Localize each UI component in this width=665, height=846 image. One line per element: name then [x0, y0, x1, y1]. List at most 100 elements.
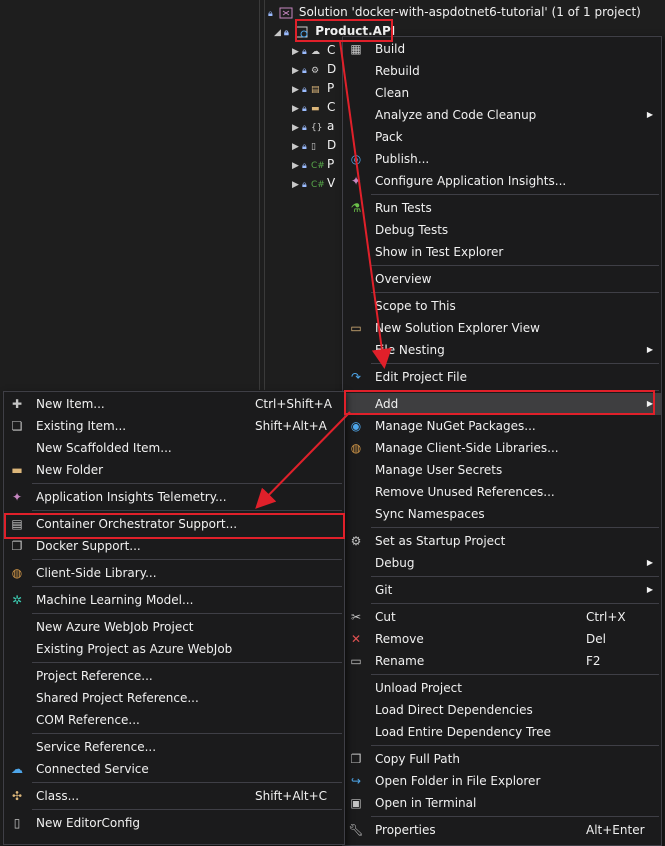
menu-item-container-orchestrator-support[interactable]: ▤ Container Orchestrator Support...: [4, 513, 344, 535]
menu-item-pack[interactable]: Pack: [343, 126, 661, 148]
tree-child-item[interactable]: ▶ 🔒︎ ⚙ D: [292, 60, 336, 78]
menu-item-configure-application-insights[interactable]: ✦ Configure Application Insights...: [343, 170, 661, 192]
lock-icon: 🔒︎: [268, 9, 273, 19]
menu-item-analyze-and-code-cleanup[interactable]: Analyze and Code Cleanup ▶: [343, 104, 661, 126]
menu-item-label: File Nesting: [375, 343, 445, 357]
menu-item-new-azure-webjob-project[interactable]: New Azure WebJob Project: [4, 616, 344, 638]
menu-item-new-folder[interactable]: ▬ New Folder: [4, 459, 344, 481]
menu-item-remove-unused-references[interactable]: Remove Unused References...: [343, 481, 661, 503]
menu-item-label: Shared Project Reference...: [36, 691, 199, 705]
menu-item-machine-learning-model[interactable]: ✲ Machine Learning Model...: [4, 589, 344, 611]
menu-item-file-nesting[interactable]: File Nesting ▶: [343, 339, 661, 361]
tree-child-item[interactable]: ▶ 🔒︎ ▬ C: [292, 98, 335, 116]
menu-item-application-insights-telemetry[interactable]: ✦ Application Insights Telemetry...: [4, 486, 344, 508]
menu-item-client-side-library[interactable]: ◍ Client-Side Library...: [4, 562, 344, 584]
menu-item-manage-user-secrets[interactable]: Manage User Secrets: [343, 459, 661, 481]
menu-item-new-solution-explorer-view[interactable]: ▭ New Solution Explorer View: [343, 317, 661, 339]
expand-right-icon[interactable]: ▶: [292, 138, 302, 156]
tree-child-item[interactable]: ▶ 🔒︎ ▯ D: [292, 136, 336, 154]
menu-item-com-reference[interactable]: COM Reference...: [4, 709, 344, 731]
menu-shortcut: Del: [586, 632, 606, 646]
menu-separator: [32, 782, 342, 783]
menu-separator: [32, 586, 342, 587]
menu-item-open-in-terminal[interactable]: ▣ Open in Terminal: [343, 792, 661, 814]
solution-icon: [279, 7, 293, 18]
menu-separator: [371, 745, 659, 746]
menu-item-new-scaffolded-item[interactable]: New Scaffolded Item...: [4, 437, 344, 459]
expand-down-icon[interactable]: ◢: [274, 24, 284, 42]
menu-item-debug[interactable]: Debug ▶: [343, 552, 661, 574]
menu-item-label: Copy Full Path: [375, 752, 460, 766]
menu-item-edit-project-file[interactable]: ↷ Edit Project File: [343, 366, 661, 388]
solution-node[interactable]: 🔒︎ Solution 'docker-with-aspdotnet6-tuto…: [268, 3, 641, 21]
menu-item-rebuild[interactable]: Rebuild: [343, 60, 661, 82]
menu-item-add[interactable]: Add ▶: [343, 393, 661, 415]
menu-item-label: Publish...: [375, 152, 430, 166]
menu-item-manage-nuget-packages[interactable]: ◉ Manage NuGet Packages...: [343, 415, 661, 437]
tree-child-label: C: [327, 100, 336, 114]
menu-item-remove[interactable]: ✕ Remove Del: [343, 628, 661, 650]
menu-item-rename[interactable]: ▭ Rename F2: [343, 650, 661, 672]
menu-item-cut[interactable]: ✂ Cut Ctrl+X: [343, 606, 661, 628]
csharp-file-icon: C#: [311, 161, 325, 171]
file-icon: ▯: [311, 142, 316, 152]
menu-item-existing-item[interactable]: ❏ Existing Item... Shift+Alt+A: [4, 415, 344, 437]
menu-item-label: Existing Project as Azure WebJob: [36, 642, 233, 656]
menu-item-docker-support[interactable]: ❐ Docker Support...: [4, 535, 344, 557]
menu-item-label: Class...: [36, 789, 80, 803]
menu-item-new-item[interactable]: ✚ New Item... Ctrl+Shift+A: [4, 393, 344, 415]
menu-item-set-as-startup-project[interactable]: ⚙ Set as Startup Project: [343, 530, 661, 552]
expand-right-icon[interactable]: ▶: [292, 81, 302, 99]
menu-item-load-direct-dependencies[interactable]: Load Direct Dependencies: [343, 699, 661, 721]
tree-child-label: V: [327, 176, 336, 190]
menu-item-show-in-test-explorer[interactable]: Show in Test Explorer: [343, 241, 661, 263]
menu-item-debug-tests[interactable]: Debug Tests: [343, 219, 661, 241]
menu-item-shared-project-reference[interactable]: Shared Project Reference...: [4, 687, 344, 709]
expand-right-icon[interactable]: ▶: [292, 62, 302, 80]
menu-item-manage-client-side-libraries[interactable]: ◍ Manage Client-Side Libraries...: [343, 437, 661, 459]
tree-child-item[interactable]: ▶ 🔒︎ {} a: [292, 117, 334, 135]
submenu-arrow-icon: ▶: [646, 399, 653, 408]
gear-icon: ⚙: [350, 534, 362, 548]
tree-child-item[interactable]: ▶ 🔒︎ C# V: [292, 174, 335, 192]
edit-arrow-icon: ↷: [350, 370, 362, 384]
menu-item-load-entire-dependency-tree[interactable]: Load Entire Dependency Tree: [343, 721, 661, 743]
menu-item-existing-project-as-azure-webjob[interactable]: Existing Project as Azure WebJob: [4, 638, 344, 660]
menu-item-git[interactable]: Git ▶: [343, 579, 661, 601]
lock-icon: 🔒︎: [302, 104, 307, 114]
tree-child-item[interactable]: ▶ 🔒︎ ☁ C: [292, 41, 335, 59]
tree-child-label: P: [327, 81, 335, 95]
menu-item-project-reference[interactable]: Project Reference...: [4, 665, 344, 687]
menu-separator: [32, 613, 342, 614]
menu-item-connected-service[interactable]: ☁ Connected Service: [4, 758, 344, 780]
web-project-icon: [295, 26, 308, 37]
expand-right-icon[interactable]: ▶: [292, 100, 302, 118]
menu-item-run-tests[interactable]: ⚗ Run Tests: [343, 197, 661, 219]
build-icon: ▦: [350, 42, 362, 56]
add-submenu: ✚ New Item... Ctrl+Shift+A ❏ Existing Item..…: [3, 391, 345, 845]
menu-item-service-reference[interactable]: Service Reference...: [4, 736, 344, 758]
menu-item-class[interactable]: ✣ Class... Shift+Alt+C: [4, 785, 344, 807]
menu-item-scope-to-this[interactable]: Scope to This: [343, 295, 661, 317]
submenu-arrow-icon: ▶: [646, 345, 653, 354]
menu-item-copy-full-path[interactable]: ❐ Copy Full Path: [343, 748, 661, 770]
menu-item-new-editorconfig[interactable]: ▯ New EditorConfig: [4, 812, 344, 834]
tree-child-item[interactable]: ▶ 🔒︎ ▤ P: [292, 79, 334, 97]
menu-item-clean[interactable]: Clean: [343, 82, 661, 104]
menu-item-label: Remove Unused References...: [375, 485, 555, 499]
menu-item-open-folder-in-file-explorer[interactable]: ↪ Open Folder in File Explorer: [343, 770, 661, 792]
menu-item-overview[interactable]: Overview: [343, 268, 661, 290]
menu-item-build[interactable]: ▦ Build: [343, 38, 661, 60]
rename-icon: ▭: [350, 654, 362, 668]
expand-right-icon[interactable]: ▶: [292, 176, 302, 194]
menu-item-publish[interactable]: ◎ Publish...: [343, 148, 661, 170]
menu-item-unload-project[interactable]: Unload Project: [343, 677, 661, 699]
menu-item-properties[interactable]: 🔧︎ Properties Alt+Enter: [343, 819, 661, 841]
expand-right-icon[interactable]: ▶: [292, 43, 302, 61]
menu-item-sync-namespaces[interactable]: Sync Namespaces: [343, 503, 661, 525]
tree-child-item[interactable]: ▶ 🔒︎ C# P: [292, 155, 334, 173]
expand-right-icon[interactable]: ▶: [292, 157, 302, 175]
expand-right-icon[interactable]: ▶: [292, 119, 302, 137]
menu-separator: [371, 576, 659, 577]
menu-item-label: Edit Project File: [375, 370, 468, 384]
